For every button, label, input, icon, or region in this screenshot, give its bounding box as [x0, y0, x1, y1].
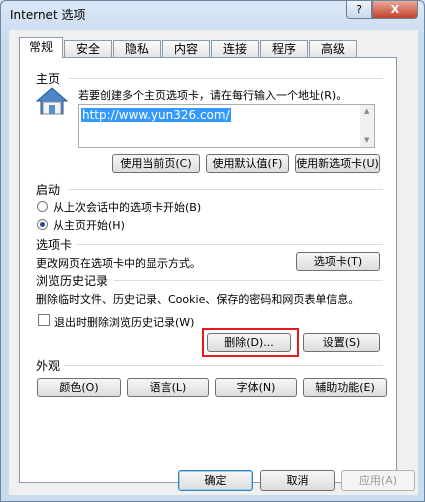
tabs-description: 更改网页在选项卡中的显示方式。: [36, 257, 201, 270]
appearance-heading: 外观: [36, 359, 61, 373]
radio-home-label: 从主页开始(H): [53, 219, 125, 232]
tab-general[interactable]: 常规: [19, 37, 63, 58]
scroll-up-icon[interactable]: ▲: [364, 107, 369, 115]
internet-options-window: Internet 选项 ? X 常规 安全 隐私 内容 连接 程序 高级 主页 …: [0, 0, 425, 502]
tab-connections[interactable]: 连接: [211, 40, 259, 57]
separator: [64, 365, 383, 366]
tab-advanced[interactable]: 高级: [309, 40, 357, 57]
history-settings-button[interactable]: 设置(S): [303, 333, 380, 352]
general-panel: 主页 若要创建多个主页选项卡，请在每行输入一个地址(R)。 http://www…: [19, 57, 397, 483]
home-icon: [35, 87, 69, 115]
radio-last-session-label: 从上次会话中的选项卡开始(B): [53, 201, 202, 214]
languages-button[interactable]: 语言(L): [127, 378, 209, 397]
accessibility-button[interactable]: 辅助功能(E): [303, 378, 387, 397]
fonts-button[interactable]: 字体(N): [215, 378, 297, 397]
tabs-heading: 选项卡: [36, 238, 73, 252]
radio-home[interactable]: [37, 219, 48, 230]
tab-privacy[interactable]: 隐私: [113, 40, 161, 57]
window-title: Internet 选项: [10, 8, 86, 22]
home-url-value: http://www.yun326.com/: [81, 108, 231, 122]
tabs-button[interactable]: 选项卡(T): [296, 252, 380, 271]
scroll-down-icon[interactable]: ▼: [364, 136, 369, 144]
dialog-client: 常规 安全 隐私 内容 连接 程序 高级 主页 若要创建多个主页选项卡，请在每行…: [9, 30, 418, 495]
use-new-tab-button[interactable]: 使用新选项卡(U): [295, 154, 380, 173]
radio-last-session[interactable]: [37, 201, 48, 212]
history-heading: 浏览历史记录: [36, 274, 109, 288]
close-button[interactable]: X: [372, 1, 418, 19]
apply-button[interactable]: 应用(A): [341, 470, 415, 491]
colors-button[interactable]: 颜色(O): [37, 378, 121, 397]
ok-button[interactable]: 确定: [178, 470, 253, 491]
startup-heading: 启动: [36, 183, 61, 197]
tab-content[interactable]: 内容: [162, 40, 210, 57]
delete-on-exit-label: 退出时删除浏览历史记录(W): [54, 316, 195, 329]
title-bar[interactable]: Internet 选项 ? X: [1, 1, 424, 27]
cancel-button[interactable]: 取消: [260, 470, 335, 491]
delete-history-button[interactable]: 删除(D)...: [207, 333, 291, 352]
history-description: 删除临时文件、历史记录、Cookie、保存的密码和网页表单信息。: [36, 293, 360, 306]
home-instruction: 若要创建多个主页选项卡，请在每行输入一个地址(R)。: [78, 89, 348, 102]
tab-security[interactable]: 安全: [64, 40, 112, 57]
home-url-textarea[interactable]: http://www.yun326.com/ ▲ ▼: [78, 104, 375, 148]
separator: [68, 78, 383, 79]
textarea-scrollbar[interactable]: ▲ ▼: [360, 105, 374, 147]
use-current-button[interactable]: 使用当前页(C): [112, 154, 200, 173]
separator: [68, 189, 383, 190]
tab-programs[interactable]: 程序: [260, 40, 308, 57]
separator: [114, 280, 383, 281]
delete-on-exit-checkbox[interactable]: [38, 314, 50, 326]
separator: [76, 244, 383, 245]
use-default-button[interactable]: 使用默认值(F): [206, 154, 289, 173]
home-heading: 主页: [36, 72, 61, 86]
help-button[interactable]: ?: [346, 1, 372, 19]
